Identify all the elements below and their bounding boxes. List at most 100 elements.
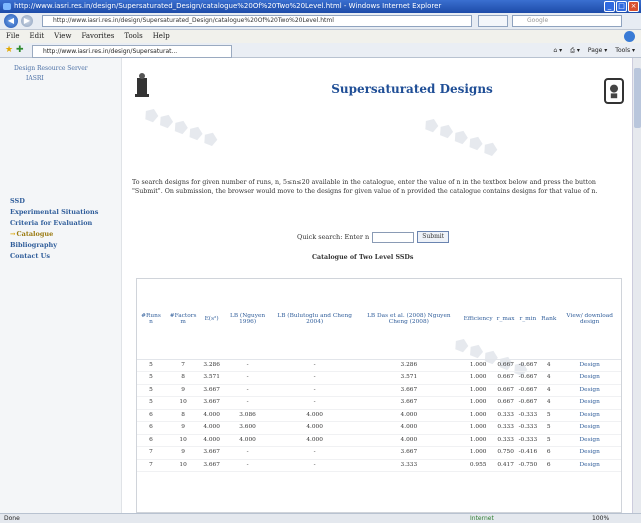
design-link[interactable]: Design: [558, 371, 621, 385]
catalogue-table: #Runs n #Factors m E(s²) LB (Nguyen 1996…: [137, 279, 621, 472]
refresh-stop-buttons[interactable]: [478, 15, 508, 27]
address-input[interactable]: http://www.iasri.res.in/design/Supersatu…: [42, 15, 472, 27]
menu-file[interactable]: File: [6, 30, 19, 43]
table-cell: -: [221, 446, 274, 460]
sidebar-nav: SSD Experimental Situations Criteria for…: [10, 196, 98, 262]
search-input[interactable]: Google: [512, 15, 622, 27]
sidebar-item-ssd[interactable]: SSD: [10, 196, 98, 207]
col-lb-nguyen: LB (Nguyen 1996): [221, 279, 274, 360]
table-cell: 3.667: [201, 384, 222, 397]
table-cell: 4.000: [201, 434, 222, 447]
design-link[interactable]: Design: [558, 396, 621, 410]
minimize-button[interactable]: _: [604, 1, 615, 12]
table-cell: 4: [539, 371, 559, 385]
status-bar: Done Internet 100%: [0, 513, 641, 523]
scrollbar-thumb[interactable]: [634, 68, 641, 128]
table-cell: 5: [137, 384, 165, 397]
table-cell: 5: [137, 371, 165, 385]
table-cell: 3.086: [221, 409, 274, 422]
table-cell: 9: [164, 421, 202, 435]
table-row: 6 8 4.000 3.086 4.000 4.000 1.000 0.333 -0.333 5 D…: [137, 409, 621, 422]
maximize-button[interactable]: □: [616, 1, 627, 12]
table-row: 5 9 3.667- -3.667 1.000 0.667 -0.667 4 Design: [137, 384, 621, 397]
quick-search-label: Quick search: Enter n: [297, 233, 370, 241]
table-cell: 0.417: [494, 459, 517, 472]
col-rank: Rank: [539, 279, 559, 360]
table-cell: 3.667: [356, 396, 462, 410]
sidebar-item-contact[interactable]: Contact Us: [10, 251, 98, 262]
table-cell: 4.000: [201, 409, 222, 422]
table-cell: -: [221, 371, 274, 385]
tab-bar: ★ ✚ http://www.iasri.res.in/design/Super…: [0, 43, 641, 58]
submit-button[interactable]: Submit: [417, 231, 450, 243]
close-button[interactable]: ×: [628, 1, 639, 12]
sidebar-item-experimental-situations[interactable]: Experimental Situations: [10, 207, 98, 218]
window-title: http://www.iasri.res.in/design/Supersatu…: [14, 2, 442, 10]
table-cell: -0.667: [516, 359, 540, 372]
back-button[interactable]: ◀: [4, 14, 18, 28]
table-cell: 1.000: [461, 371, 495, 385]
table-cell: 0.333: [494, 434, 517, 447]
add-favorites-icon[interactable]: ✚: [16, 45, 24, 55]
design-link[interactable]: Design: [558, 421, 621, 435]
print-icon[interactable]: ⎙ ▾: [570, 45, 580, 56]
forward-button[interactable]: ▶: [21, 15, 33, 27]
favorites-star-icon[interactable]: ★: [5, 45, 13, 55]
sidebar-item-bibliography[interactable]: Bibliography: [10, 240, 98, 251]
design-link[interactable]: Design: [558, 446, 621, 460]
design-link[interactable]: Design: [558, 459, 621, 472]
table-cell: 0.955: [461, 459, 495, 472]
table-cell: 3.667: [201, 446, 222, 460]
table-cell: 4.000: [273, 409, 357, 422]
menu-edit[interactable]: Edit: [29, 30, 44, 43]
table-cell: 10: [164, 396, 202, 410]
zoom-level[interactable]: 100%: [592, 514, 609, 523]
home-icon[interactable]: ⌂ ▾: [553, 45, 562, 56]
vertical-scrollbar[interactable]: [632, 58, 641, 513]
ie-logo-icon: [624, 31, 635, 42]
menu-view[interactable]: View: [54, 30, 71, 43]
table-cell: 10: [164, 459, 202, 472]
page-menu[interactable]: Page ▾: [588, 45, 607, 56]
table-row: 5 8 3.571- -3.571 1.000 0.667 -0.667 4 Design: [137, 371, 621, 385]
table-row: 6 9 4.000 3.600 4.000 4.000 1.000 0.333 -0.333 5 D…: [137, 421, 621, 435]
table-row: 7 9 3.667- -3.667 1.000 0.750 -0.416 6 Design: [137, 446, 621, 460]
design-link[interactable]: Design: [558, 359, 621, 372]
catalogue-table-wrap: #Runs n #Factors m E(s²) LB (Nguyen 1996…: [136, 278, 622, 513]
menu-help[interactable]: Help: [153, 30, 170, 43]
table-cell: 4.000: [356, 409, 462, 422]
table-cell: 8: [164, 409, 202, 422]
table-cell: 1.000: [461, 421, 495, 435]
table-cell: -0.333: [516, 421, 540, 435]
catalogue-title: Catalogue of Two Level SSDs: [312, 254, 414, 261]
table-cell: 7: [137, 459, 165, 472]
table-cell: -: [273, 446, 357, 460]
sidebar-item-criteria[interactable]: Criteria for Evaluation: [10, 218, 98, 229]
table-cell: -: [273, 384, 357, 397]
design-link[interactable]: Design: [558, 409, 621, 422]
quick-search-input[interactable]: [372, 231, 415, 243]
table-header-row: #Runs n #Factors m E(s²) LB (Nguyen 1996…: [137, 279, 621, 360]
table-cell: -: [273, 459, 357, 472]
table-cell: 4: [539, 359, 559, 372]
menu-tools[interactable]: Tools: [124, 30, 142, 43]
ie-icon: [3, 3, 11, 10]
design-link[interactable]: Design: [558, 384, 621, 397]
table-cell: -0.667: [516, 371, 540, 385]
table-cell: 5: [137, 359, 165, 372]
table-cell: -0.333: [516, 409, 540, 422]
table-cell: 3.667: [356, 384, 462, 397]
design-link[interactable]: Design: [558, 434, 621, 447]
table-cell: 3.286: [356, 359, 462, 372]
table-cell: 1.000: [461, 384, 495, 397]
browser-tab[interactable]: http://www.iasri.res.in/design/Supersatu…: [32, 45, 232, 58]
menu-favorites[interactable]: Favorites: [81, 30, 114, 43]
table-cell: 3.667: [356, 446, 462, 460]
table-row: 5 7 3.286- -3.286 1.000 0.667 -0.667 4 Design: [137, 359, 621, 372]
table-cell: 8: [164, 371, 202, 385]
quick-search: Quick search: Enter n Submit: [297, 231, 450, 243]
sidebar-item-catalogue[interactable]: Catalogue: [10, 229, 98, 240]
page-title: Supersaturated Designs: [331, 82, 493, 96]
tools-menu[interactable]: Tools ▾: [615, 45, 635, 56]
table-row: 7 10 3.667- -3.333 0.955 0.417 -0.750 6 Design: [137, 459, 621, 472]
